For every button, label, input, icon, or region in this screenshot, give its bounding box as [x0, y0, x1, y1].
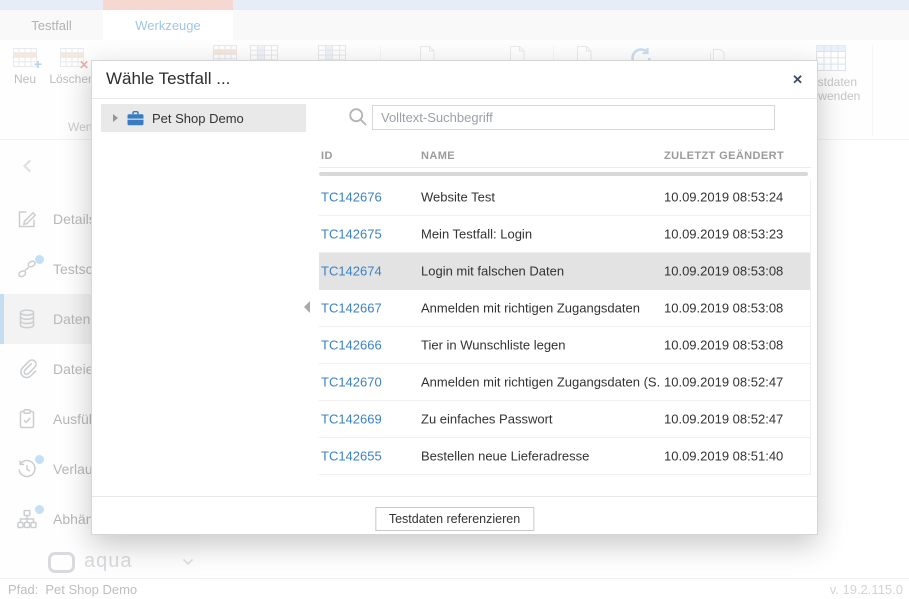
testcase-name: Bestellen neue Lieferadresse — [421, 449, 589, 464]
panel-splitter-arrow[interactable] — [304, 301, 310, 313]
close-icon[interactable]: ✕ — [792, 72, 803, 88]
testcase-modified: 10.09.2019 08:51:40 — [664, 449, 783, 464]
tree-node-pet-shop-demo[interactable]: Pet Shop Demo — [101, 104, 306, 132]
table-row[interactable]: TC142655 Bestellen neue Lieferadresse 10… — [319, 438, 810, 475]
testcase-id-link[interactable]: TC142676 — [321, 190, 382, 205]
testcase-table: ID NAME ZULETZT GEÄNDERT TC142676 Websit… — [319, 148, 811, 168]
testcase-id-link[interactable]: TC142667 — [321, 301, 382, 316]
tree-node-label: Pet Shop Demo — [152, 111, 244, 126]
table-row[interactable]: TC142676 Website Test 10.09.2019 08:53:2… — [319, 179, 810, 216]
table-row[interactable]: TC142667 Anmelden mit richtigen Zugangsd… — [319, 290, 810, 327]
testcase-id-link[interactable]: TC142669 — [321, 412, 382, 427]
table-header: ID NAME ZULETZT GEÄNDERT — [319, 148, 811, 168]
testcase-name: Zu einfaches Passwort — [421, 412, 553, 427]
testcase-modified: 10.09.2019 08:53:08 — [664, 264, 783, 279]
testcase-name: Anmelden mit richtigen Zugangsdaten — [421, 301, 640, 316]
search-icon — [348, 107, 368, 127]
choose-testcase-dialog: Wähle Testfall ... ✕ Pet Shop Demo I — [91, 60, 818, 535]
column-header-id[interactable]: ID — [321, 150, 333, 162]
reference-testdata-button[interactable]: Testdaten referenzieren — [375, 507, 534, 531]
column-header-modified[interactable]: ZULETZT GEÄNDERT — [664, 150, 784, 162]
testcase-id-link[interactable]: TC142675 — [321, 227, 382, 242]
tree-expand-arrow-icon[interactable] — [113, 114, 118, 122]
testcase-id-link[interactable]: TC142670 — [321, 375, 382, 390]
testcase-name: Mein Testfall: Login — [421, 227, 532, 242]
testcase-name: Login mit falschen Daten — [421, 264, 564, 279]
table-row[interactable]: TC142669 Zu einfaches Passwort 10.09.201… — [319, 401, 810, 438]
testcase-modified: 10.09.2019 08:53:24 — [664, 190, 783, 205]
table-row[interactable]: TC142666 Tier in Wunschliste legen 10.09… — [319, 327, 810, 364]
dialog-header-divider — [92, 98, 817, 99]
testcase-name: Website Test — [421, 190, 495, 205]
testcase-modified: 10.09.2019 08:52:47 — [664, 412, 783, 427]
testcase-id-link[interactable]: TC142674 — [321, 264, 382, 279]
testcase-name: Anmelden mit richtigen Zugangsdaten (S..… — [421, 375, 661, 390]
briefcase-icon — [127, 111, 144, 126]
testcase-modified: 10.09.2019 08:53:23 — [664, 227, 783, 242]
testcase-modified: 10.09.2019 08:53:08 — [664, 338, 783, 353]
table-body: TC142676 Website Test 10.09.2019 08:53:2… — [319, 179, 811, 475]
table-row-selected[interactable]: TC142674 Login mit falschen Daten 10.09.… — [319, 253, 810, 290]
testcase-modified: 10.09.2019 08:53:08 — [664, 301, 783, 316]
column-header-name[interactable]: NAME — [421, 150, 455, 162]
dialog-title: Wähle Testfall ... — [106, 69, 230, 89]
dialog-footer-divider — [92, 496, 817, 497]
app-window: Testfall Werkzeuge + Neu ✕ — [0, 0, 909, 599]
horizontal-scrollbar[interactable] — [319, 172, 808, 176]
testcase-id-link[interactable]: TC142655 — [321, 449, 382, 464]
table-row[interactable]: TC142675 Mein Testfall: Login 10.09.2019… — [319, 216, 810, 253]
testcase-modified: 10.09.2019 08:52:47 — [664, 375, 783, 390]
testcase-name: Tier in Wunschliste legen — [421, 338, 566, 353]
table-row[interactable]: TC142670 Anmelden mit richtigen Zugangsd… — [319, 364, 810, 401]
fulltext-search-input[interactable] — [372, 105, 775, 130]
testcase-id-link[interactable]: TC142666 — [321, 338, 382, 353]
